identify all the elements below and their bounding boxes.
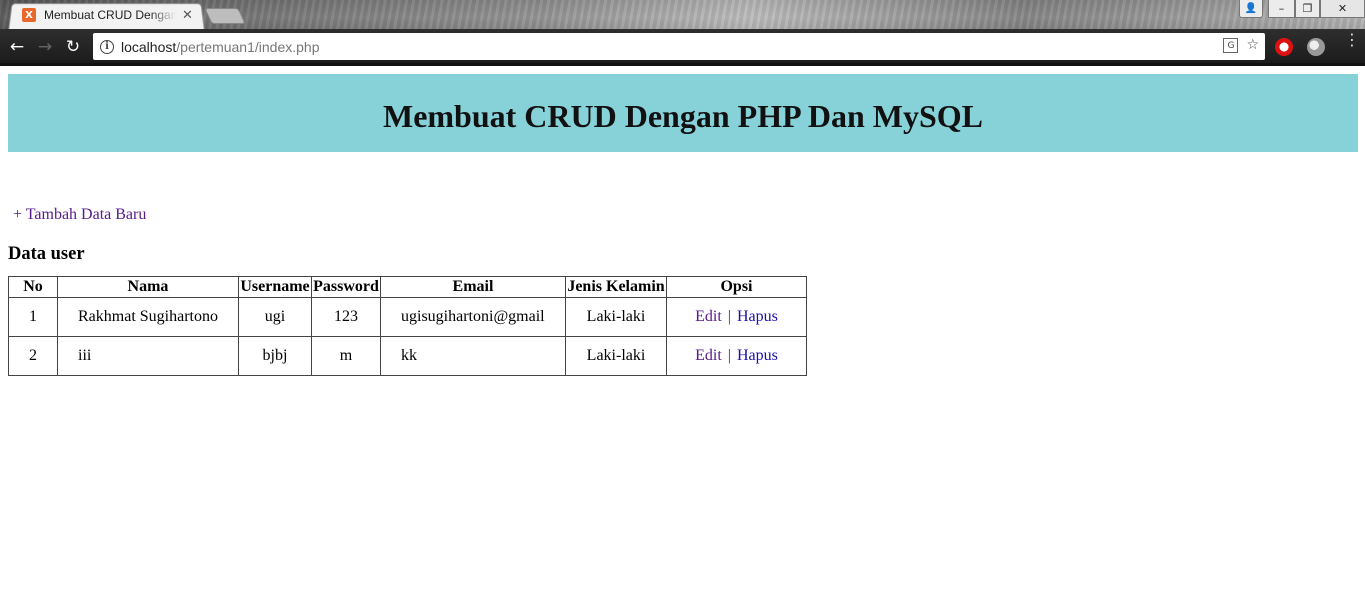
opera-extension-icon[interactable] (1275, 38, 1293, 56)
cell-opsi: Edit | Hapus (666, 297, 807, 337)
user-table: No Nama Username Password Email Jenis Ke… (8, 276, 807, 376)
page-content: Membuat CRUD Dengan PHP Dan MySQL + Tamb… (0, 66, 1365, 612)
close-icon: ✕ (1337, 2, 1348, 15)
cell-opsi: Edit | Hapus (666, 336, 807, 376)
reload-icon: ↻ (65, 37, 81, 57)
new-tab-button[interactable] (204, 8, 246, 24)
tab-title: Membuat CRUD Dengan PHP Dan MySQL (44, 8, 176, 22)
star-icon[interactable]: ☆ (1246, 37, 1259, 53)
delete-link[interactable]: Hapus (737, 347, 778, 364)
url-host: localhost (121, 38, 177, 55)
browser-tab-content[interactable]: X Membuat CRUD Dengan PHP Dan MySQL ✕ (22, 5, 200, 25)
header-banner: Membuat CRUD Dengan PHP Dan MySQL (8, 74, 1358, 152)
restore-icon: ❐ (1302, 2, 1313, 15)
address-bar-actions: G ☆ (1223, 37, 1259, 53)
separator: | (727, 347, 731, 364)
column-header-username: Username (238, 276, 312, 298)
edit-link[interactable]: Edit (695, 347, 722, 364)
address-bar[interactable]: i localhost /pertemuan1/index.php G ☆ (93, 33, 1265, 60)
cell-username: bjbj (238, 336, 312, 376)
column-header-email: Email (380, 276, 566, 298)
section-title: Data user (8, 244, 85, 264)
table-row: 1 Rakhmat Sugihartono ugi 123 ugisugihar… (8, 297, 807, 337)
translate-icon[interactable]: G (1223, 38, 1239, 53)
column-header-password: Password (311, 276, 381, 298)
page-title: Membuat CRUD Dengan PHP Dan MySQL (382, 97, 983, 134)
add-new-data-link[interactable]: + Tambah Data Baru (13, 206, 146, 224)
separator: | (727, 308, 731, 325)
xampp-favicon-icon: X (22, 8, 36, 22)
column-header-opsi: Opsi (666, 276, 807, 298)
column-header-no: No (8, 276, 58, 298)
reload-button[interactable]: ↻ (62, 36, 84, 58)
browser-titlebar: X Membuat CRUD Dengan PHP Dan MySQL ✕ 👤 … (0, 0, 1365, 29)
restore-button[interactable]: ❐ (1295, 0, 1320, 18)
delete-link[interactable]: Hapus (737, 308, 778, 325)
cell-nama: Rakhmat Sugihartono (57, 297, 239, 337)
cell-no: 2 (8, 336, 58, 376)
cell-jenis-kelamin: Laki-laki (565, 336, 667, 376)
cell-jenis-kelamin: Laki-laki (565, 297, 667, 337)
forward-button[interactable]: → (34, 36, 56, 58)
profile-button[interactable]: 👤 (1239, 0, 1263, 18)
person-icon: 👤 (1244, 3, 1258, 14)
cell-nama: iii (57, 336, 239, 376)
arrow-right-icon: → (37, 37, 53, 57)
minimize-icon: – (1278, 2, 1285, 15)
kebab-menu-icon[interactable]: ⋮ (1344, 32, 1360, 48)
back-button[interactable]: ← (6, 36, 28, 58)
window-controls: – ❐ ✕ (1268, 0, 1365, 18)
info-icon[interactable]: i (100, 39, 114, 54)
cell-password: m (311, 336, 381, 376)
tab-close-icon[interactable]: ✕ (182, 8, 193, 23)
titlebar-background (0, 0, 1365, 29)
browser-toolbar: ← → ↻ i localhost /pertemuan1/index.php … (0, 29, 1365, 66)
cell-no: 1 (8, 297, 58, 337)
column-header-nama: Nama (57, 276, 239, 298)
edit-link[interactable]: Edit (695, 308, 722, 325)
cell-username: ugi (238, 297, 312, 337)
url-path: /pertemuan1/index.php (176, 38, 320, 55)
close-window-button[interactable]: ✕ (1320, 0, 1365, 18)
arrow-left-icon: ← (9, 37, 25, 57)
extension-icon[interactable] (1307, 38, 1325, 56)
minimize-button[interactable]: – (1268, 0, 1295, 18)
table-row: 2 iii bjbj m kk Laki-laki Edit | Hapus (8, 336, 807, 376)
cell-password: 123 (311, 297, 381, 337)
column-header-jenis-kelamin: Jenis Kelamin (565, 276, 667, 298)
cell-email: kk (380, 336, 566, 376)
table-header-row: No Nama Username Password Email Jenis Ke… (8, 276, 807, 298)
cell-email: ugisugihartoni@gmail (380, 297, 566, 337)
